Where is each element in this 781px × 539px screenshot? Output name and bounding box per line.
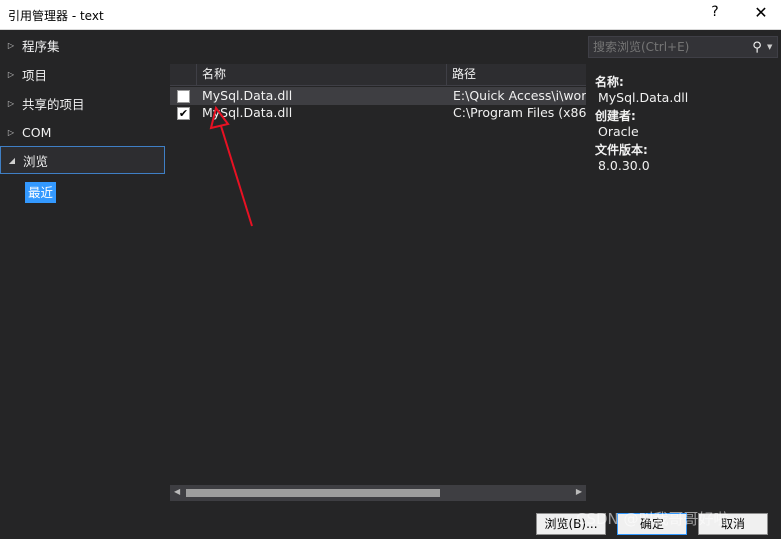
watermark: CSDN @叫我哥哥好啦	[576, 510, 729, 528]
expand-arrow-icon: ▷	[7, 127, 15, 137]
row-path: E:\Quick Access\i\work	[453, 88, 586, 103]
search-box[interactable]: ⚲ ▼	[588, 36, 778, 58]
scroll-right-icon[interactable]: ▶	[576, 487, 582, 496]
scroll-left-icon[interactable]: ◀	[174, 487, 180, 496]
property-creator-value: Oracle	[598, 124, 639, 139]
sidebar-item-label: COM	[22, 124, 52, 140]
property-version-value: 8.0.30.0	[598, 158, 650, 173]
expand-arrow-icon: ▷	[7, 69, 15, 79]
dialog-footer: 浏览(B)... 确定 取消 CSDN @叫我哥哥好啦	[0, 506, 781, 539]
row-name: MySql.Data.dll	[202, 105, 293, 120]
sidebar-item-browse[interactable]: ◢ 浏览	[0, 146, 165, 174]
sidebar-item-com[interactable]: ▷ COM	[0, 118, 165, 146]
sidebar-item-label: 共享的项目	[22, 96, 85, 112]
search-input[interactable]	[589, 37, 747, 57]
sidebar-item-label: 项目	[22, 67, 48, 83]
property-creator-label: 创建者:	[595, 109, 636, 123]
property-version-label: 文件版本:	[595, 143, 648, 157]
scrollbar-thumb[interactable]	[186, 489, 440, 497]
sidebar-item-label: 程序集	[22, 38, 60, 54]
property-name-value: MySql.Data.dll	[598, 90, 689, 105]
window-title: 引用管理器 - text	[8, 9, 104, 23]
sidebar-item-label: 浏览	[23, 153, 49, 169]
sidebar-item-assemblies[interactable]: ▷ 程序集	[0, 31, 165, 59]
table-row[interactable]: ✔ MySql.Data.dll C:\Program Files (x86)\	[170, 104, 586, 122]
column-header-check[interactable]	[170, 64, 197, 86]
close-button[interactable]: ✕	[751, 3, 771, 22]
list-header: 名称 路径	[170, 64, 586, 86]
sidebar-item-projects[interactable]: ▷ 项目	[0, 60, 165, 88]
properties-panel: ⚲ ▼ 名称: MySql.Data.dll 创建者: Oracle 文件版本:…	[588, 30, 781, 506]
property-name-label: 名称:	[595, 75, 624, 89]
row-name: MySql.Data.dll	[202, 88, 293, 103]
expand-arrow-icon: ▷	[7, 40, 15, 50]
help-button[interactable]: ?	[707, 4, 723, 20]
row-path: C:\Program Files (x86)\	[453, 105, 586, 120]
row-checkbox[interactable]	[177, 90, 190, 103]
column-header-name[interactable]: 名称	[197, 64, 447, 86]
expand-arrow-icon: ▷	[7, 98, 15, 108]
title-bar: 引用管理器 - text ? ✕	[0, 0, 781, 30]
collapse-arrow-icon: ◢	[8, 155, 16, 165]
table-row[interactable]: MySql.Data.dll E:\Quick Access\i\work	[170, 87, 586, 105]
sidebar: ▷ 程序集 ▷ 项目 ▷ 共享的项目 ▷ COM ◢ 浏览 最近	[0, 30, 167, 506]
sidebar-item-shared-projects[interactable]: ▷ 共享的项目	[0, 89, 165, 117]
row-checkbox[interactable]: ✔	[177, 107, 190, 120]
chevron-down-icon[interactable]: ▼	[767, 43, 777, 51]
horizontal-scrollbar[interactable]: ◀ ▶	[170, 485, 586, 501]
search-icon[interactable]: ⚲	[747, 40, 767, 55]
sidebar-subitem-recent[interactable]: 最近	[25, 182, 57, 203]
reference-list: 名称 路径 MySql.Data.dll E:\Quick Access\i\w…	[170, 64, 586, 486]
column-header-path[interactable]: 路径	[447, 64, 586, 86]
